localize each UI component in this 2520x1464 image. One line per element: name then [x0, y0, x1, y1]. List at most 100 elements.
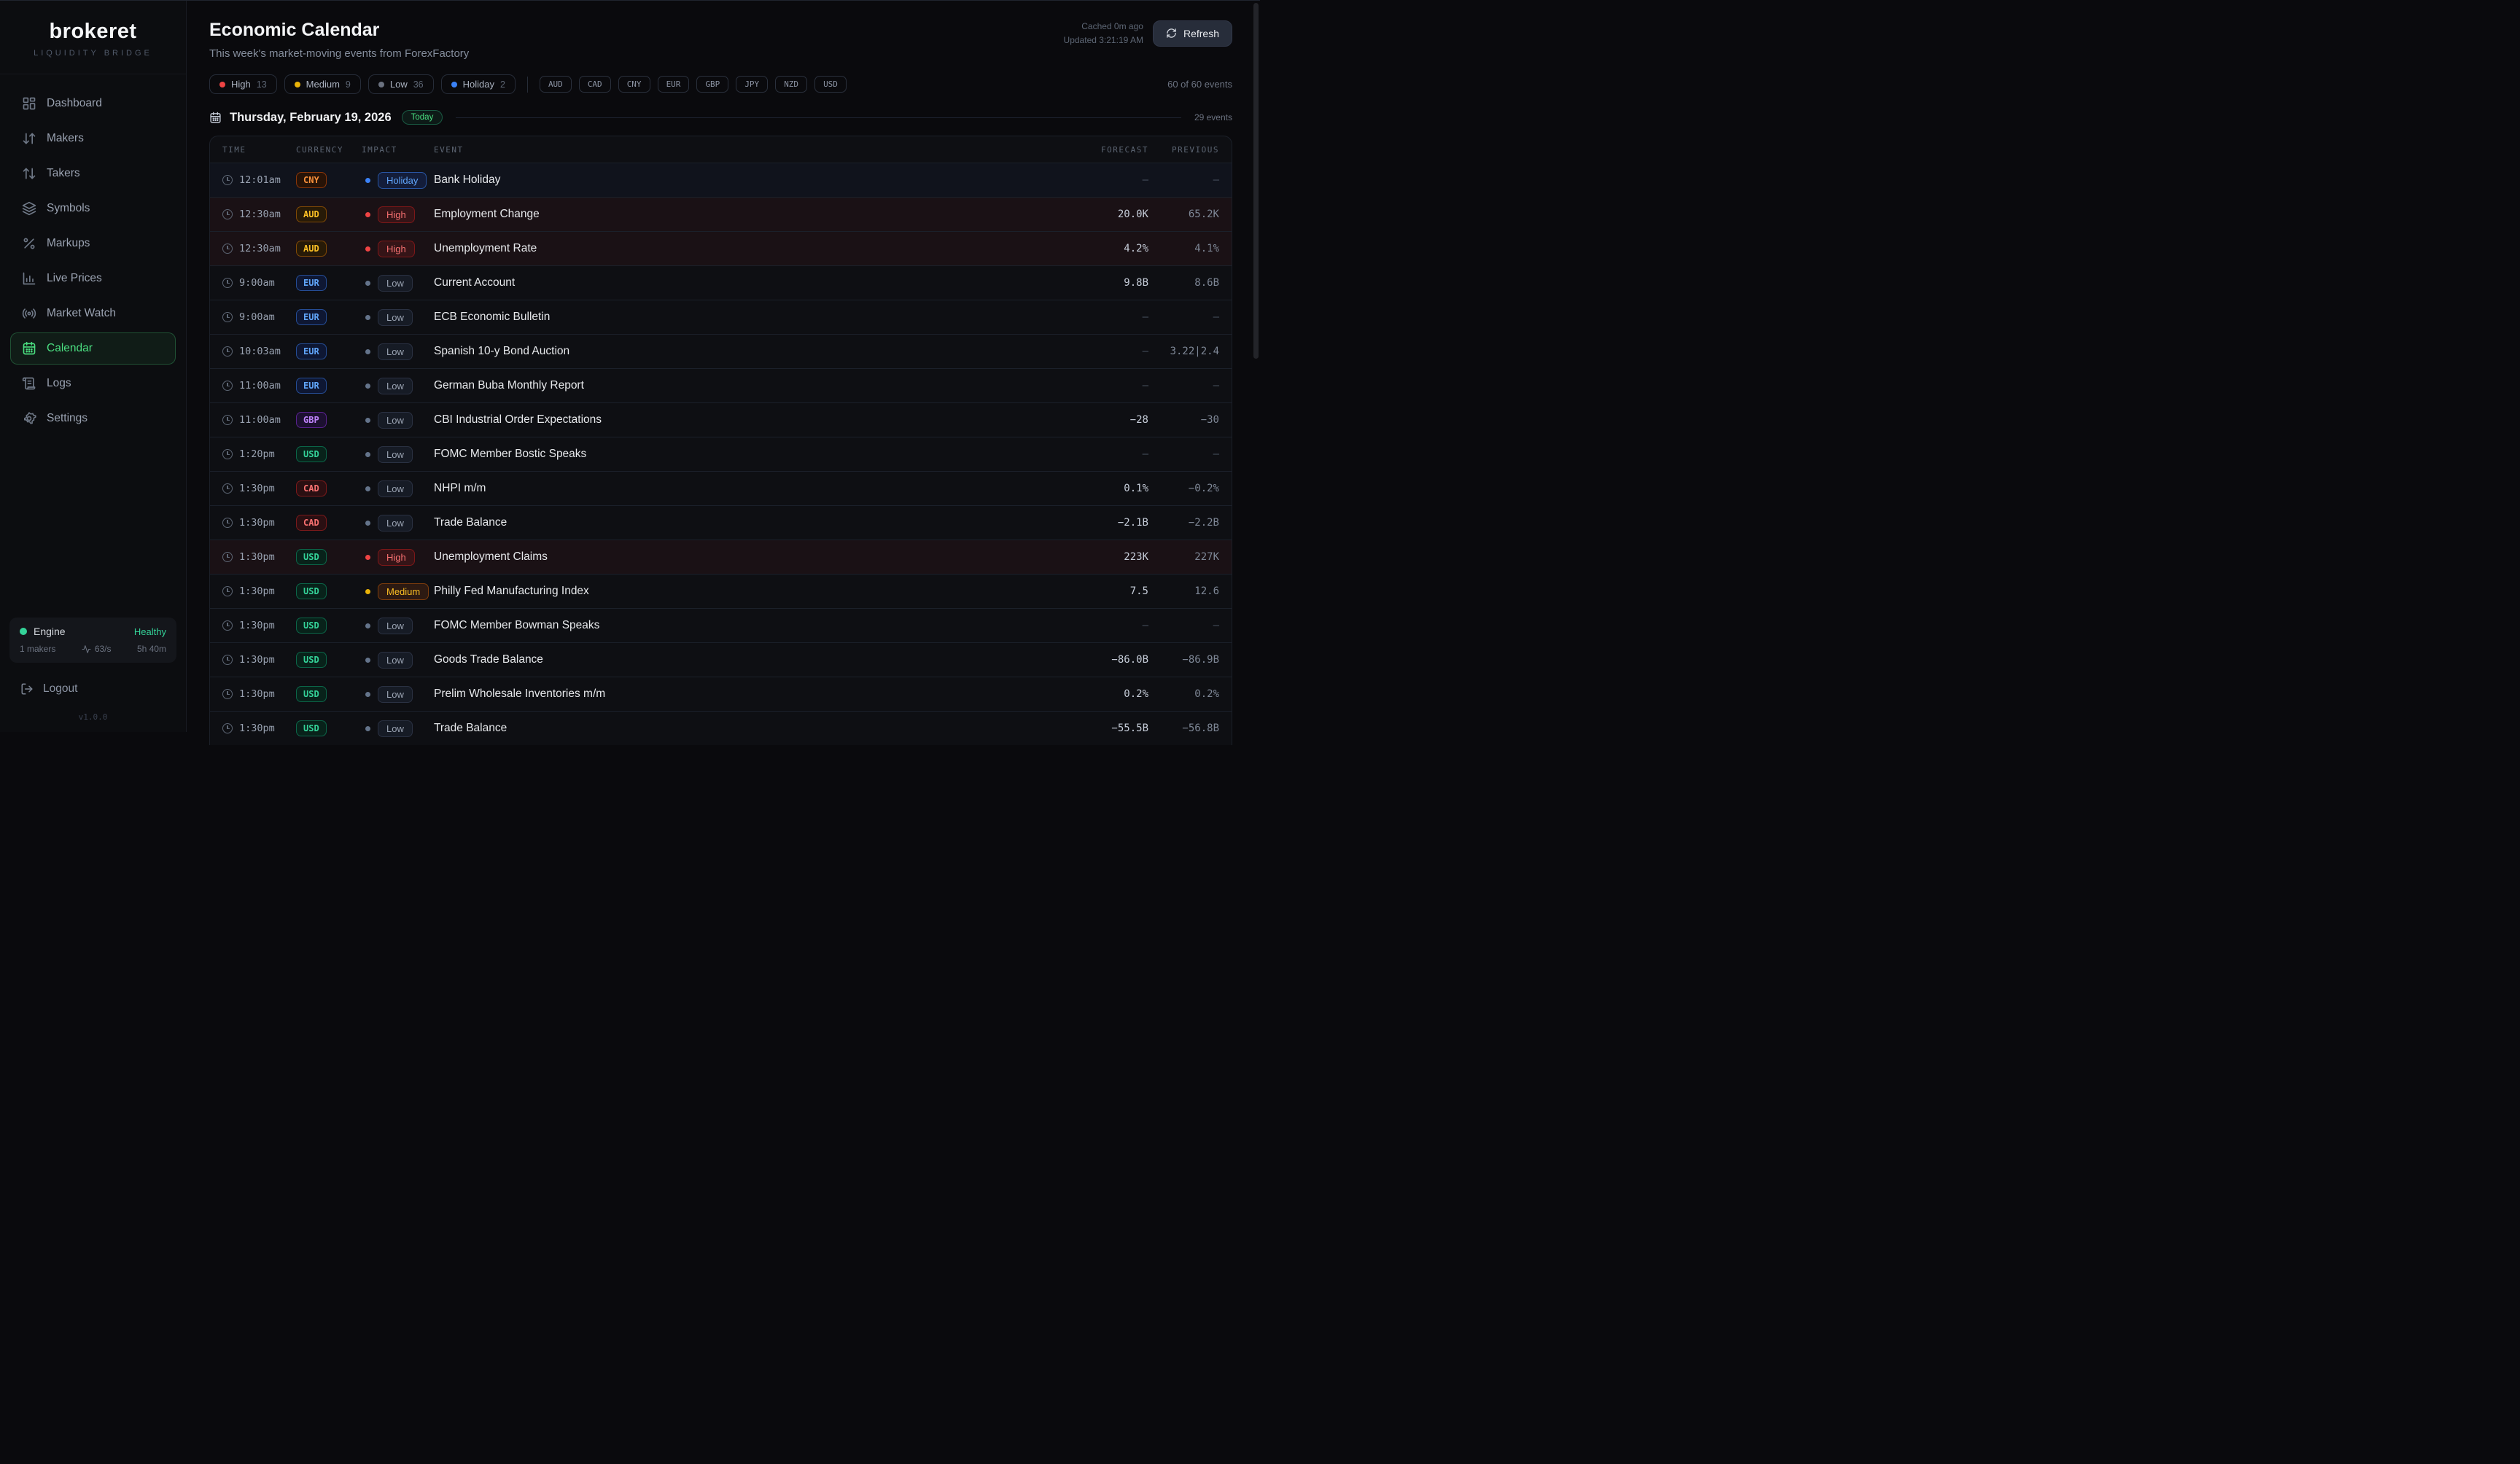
event-name: Unemployment Claims	[434, 550, 1061, 564]
previous-value: −30	[1148, 414, 1219, 426]
sidebar-nav: Dashboard Makers Takers Symbols Markups …	[0, 85, 186, 437]
vertical-scrollbar[interactable]	[1253, 3, 1259, 359]
sidebar-item-market-watch[interactable]: Market Watch	[10, 297, 176, 330]
impact-dot-icon	[365, 555, 370, 560]
page-title: Economic Calendar	[209, 20, 469, 41]
event-time: 11:00am	[222, 380, 296, 392]
sidebar-item-symbols[interactable]: Symbols	[10, 192, 176, 225]
sidebar-item-calendar[interactable]: Calendar	[10, 332, 176, 365]
filter-chip-holiday[interactable]: Holiday 2	[441, 74, 516, 94]
table-row[interactable]: 1:30pm USD Low FOMC Member Bowman Speaks…	[210, 608, 1232, 642]
table-row[interactable]: 9:00am EUR Low Current Account 9.8B 8.6B	[210, 265, 1232, 300]
table-row[interactable]: 11:00am GBP Low CBI Industrial Order Exp…	[210, 402, 1232, 437]
forecast-value: –	[1061, 346, 1148, 357]
currency-chip-gbp[interactable]: GBP	[696, 76, 728, 93]
refresh-icon	[1166, 28, 1177, 39]
currency-chip-cad[interactable]: CAD	[579, 76, 611, 93]
impact-badge: Low	[378, 309, 413, 326]
clock-icon	[222, 689, 233, 699]
event-time: 1:30pm	[222, 517, 296, 529]
table-row[interactable]: 1:30pm CAD Low Trade Balance −2.1B −2.2B	[210, 505, 1232, 540]
filter-label: Holiday	[463, 79, 494, 90]
sidebar-item-markups[interactable]: Markups	[10, 227, 176, 260]
event-name: Trade Balance	[434, 722, 1061, 735]
currency-chip-eur[interactable]: EUR	[658, 76, 690, 93]
sidebar-item-makers[interactable]: Makers	[10, 122, 176, 155]
previous-value: –	[1148, 174, 1219, 186]
table-row[interactable]: 1:30pm USD High Unemployment Claims 223K…	[210, 540, 1232, 574]
event-time: 1:20pm	[222, 448, 296, 460]
sidebar-item-settings[interactable]: Settings	[10, 402, 176, 435]
currency-chip-cny[interactable]: CNY	[618, 76, 650, 93]
impact-dot-icon	[365, 589, 370, 594]
sidebar-item-live-prices[interactable]: Live Prices	[10, 262, 176, 295]
table-row[interactable]: 1:30pm USD Medium Philly Fed Manufacturi…	[210, 574, 1232, 608]
currency-chip-jpy[interactable]: JPY	[736, 76, 768, 93]
event-time: 11:00am	[222, 414, 296, 426]
currency-badge: EUR	[296, 275, 327, 291]
clock-icon	[222, 586, 233, 596]
event-time: 1:30pm	[222, 688, 296, 700]
event-name: Current Account	[434, 276, 1061, 289]
table-header-row: TIME CURRENCY IMPACT EVENT FORECAST PREV…	[210, 136, 1232, 163]
events-table: TIME CURRENCY IMPACT EVENT FORECAST PREV…	[209, 136, 1232, 745]
table-row[interactable]: 12:30am AUD High Unemployment Rate 4.2% …	[210, 231, 1232, 265]
forecast-value: −86.0B	[1061, 654, 1148, 666]
refresh-label: Refresh	[1183, 28, 1219, 39]
event-time: 12:30am	[222, 243, 296, 254]
forecast-value: −28	[1061, 414, 1148, 426]
filter-chip-high[interactable]: High 13	[209, 74, 277, 94]
event-time: 9:00am	[222, 311, 296, 323]
forecast-value: 9.8B	[1061, 277, 1148, 289]
table-row[interactable]: 1:30pm USD Low Trade Balance −55.5B −56.…	[210, 711, 1232, 745]
engine-rate: 63/s	[82, 644, 112, 654]
sidebar-item-dashboard[interactable]: Dashboard	[10, 87, 176, 120]
impact-badge: Low	[378, 343, 413, 360]
col-header-impact: IMPACT	[362, 145, 434, 155]
impact-badge: Medium	[378, 583, 429, 600]
table-row[interactable]: 1:20pm USD Low FOMC Member Bostic Speaks…	[210, 437, 1232, 471]
currency-badge: USD	[296, 618, 327, 634]
event-name: Spanish 10-y Bond Auction	[434, 345, 1061, 358]
table-row[interactable]: 12:30am AUD High Employment Change 20.0K…	[210, 197, 1232, 231]
impact-badge: High	[378, 549, 415, 566]
forecast-value: −2.1B	[1061, 517, 1148, 529]
sidebar-item-logs[interactable]: Logs	[10, 367, 176, 400]
table-row[interactable]: 1:30pm USD Low Prelim Wholesale Inventor…	[210, 677, 1232, 711]
impact-badge: Low	[378, 720, 413, 737]
activity-pulse-icon	[82, 645, 91, 654]
main-content: Economic Calendar This week's market-mov…	[187, 1, 1260, 732]
impact-dot-icon	[365, 383, 370, 389]
holiday-dot-icon	[451, 82, 457, 87]
previous-value: –	[1148, 448, 1219, 460]
table-row[interactable]: 10:03am EUR Low Spanish 10-y Bond Auctio…	[210, 334, 1232, 368]
impact-dot-icon	[365, 315, 370, 320]
engine-status-row: Engine Healthy	[20, 626, 166, 637]
currency-chip-nzd[interactable]: NZD	[775, 76, 807, 93]
table-row[interactable]: 11:00am EUR Low German Buba Monthly Repo…	[210, 368, 1232, 402]
brand-tagline: LIQUIDITY BRIDGE	[0, 49, 186, 58]
filter-chip-medium[interactable]: Medium 9	[284, 74, 361, 94]
currency-chip-usd[interactable]: USD	[814, 76, 847, 93]
sidebar-item-takers[interactable]: Takers	[10, 157, 176, 190]
logout-button[interactable]: Logout	[0, 673, 186, 705]
impact-dot-icon	[365, 349, 370, 354]
clock-icon	[222, 346, 233, 357]
gear-icon	[22, 411, 36, 426]
engine-label: Engine	[34, 626, 66, 637]
forecast-value: 0.1%	[1061, 483, 1148, 494]
table-row[interactable]: 12:01am CNY Holiday Bank Holiday – –	[210, 163, 1232, 197]
sidebar-item-label: Settings	[47, 412, 88, 425]
dashboard-grid-icon	[22, 96, 36, 111]
table-row[interactable]: 1:30pm USD Low Goods Trade Balance −86.0…	[210, 642, 1232, 677]
page-header: Economic Calendar This week's market-mov…	[209, 20, 1232, 60]
filter-chip-low[interactable]: Low 36	[368, 74, 434, 94]
event-time: 1:30pm	[222, 585, 296, 597]
currency-chip-aud[interactable]: AUD	[540, 76, 572, 93]
calendar-small-icon	[209, 112, 222, 124]
event-name: Goods Trade Balance	[434, 653, 1061, 666]
table-row[interactable]: 9:00am EUR Low ECB Economic Bulletin – –	[210, 300, 1232, 334]
previous-value: −86.9B	[1148, 654, 1219, 666]
refresh-button[interactable]: Refresh	[1153, 20, 1232, 47]
table-row[interactable]: 1:30pm CAD Low NHPI m/m 0.1% −0.2%	[210, 471, 1232, 505]
